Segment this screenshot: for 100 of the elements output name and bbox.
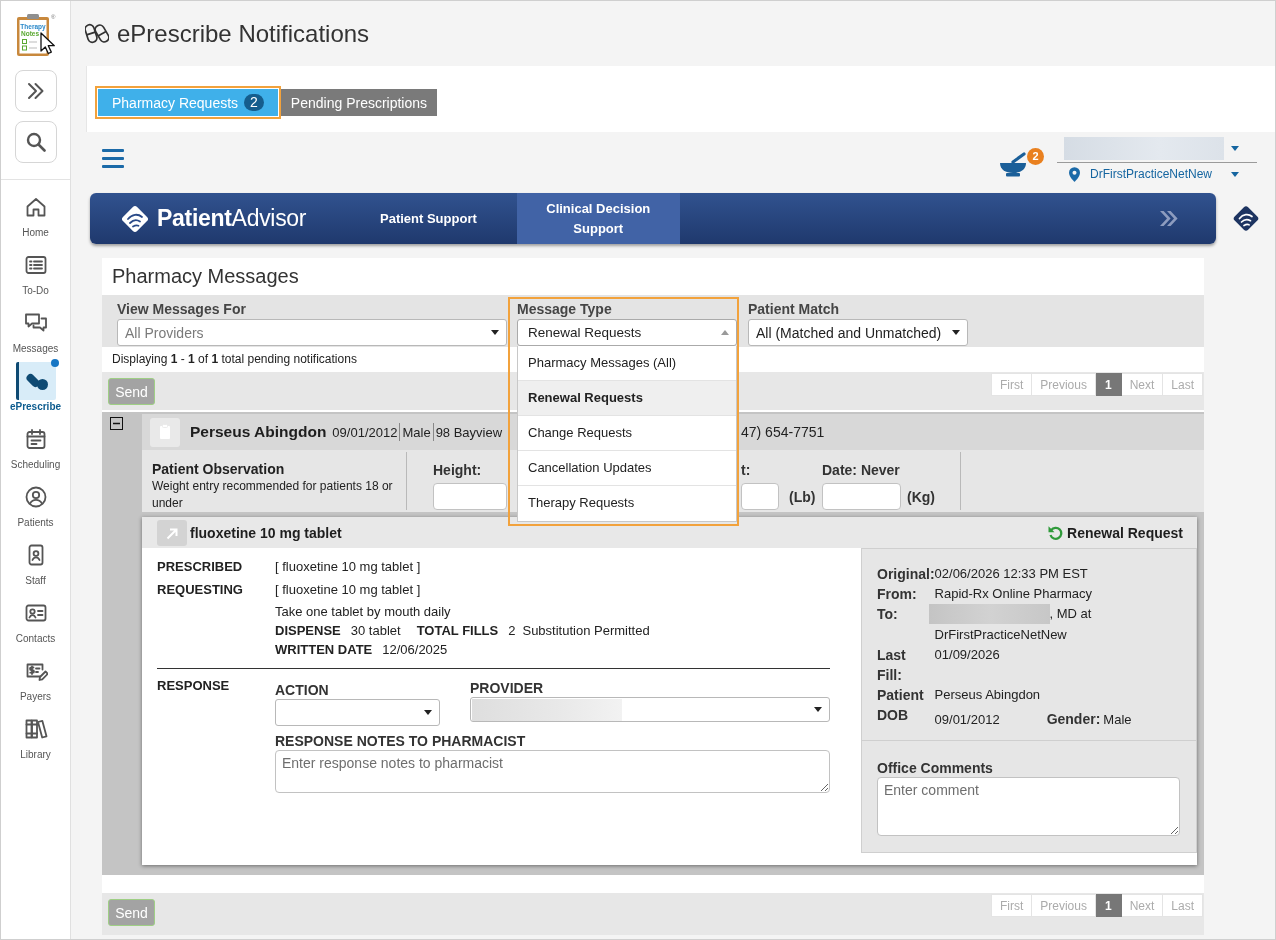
nav-link[interactable]: Clinical Decision Support [516, 193, 680, 244]
caret-icon [1231, 171, 1239, 177]
request-type: Renewal Request [1067, 524, 1183, 541]
search-button[interactable] [14, 121, 57, 163]
substitution-text: Substitution Permitted [522, 622, 650, 640]
field-label: ACTION [275, 681, 329, 699]
patient-address: 98 Bayview [435, 424, 503, 440]
nav-item[interactable]: Scheduling [4, 420, 67, 478]
nav-item[interactable]: Payers [4, 652, 67, 710]
nav-item[interactable]: To-Do [4, 246, 67, 304]
filter-label: Patient Match [748, 300, 839, 319]
tab[interactable]: Pharmacy Requests 2 [98, 89, 278, 116]
caret-icon [1231, 145, 1239, 151]
books-icon [23, 717, 48, 741]
medication-name: fluoxetine 10 mg tablet [190, 524, 342, 541]
field-value: 12/06/2025 [382, 641, 448, 659]
field-value: 02/06/2026 12:33 PM EST [934, 565, 1088, 581]
filter-dropdown[interactable]: Renewal Requests [517, 319, 737, 346]
dropdown-option[interactable]: Change Requests [518, 416, 736, 451]
clipboard-icon [150, 417, 180, 447]
caret-icon [424, 710, 432, 715]
field-value: 2 [508, 622, 516, 640]
page-button[interactable]: 1 [1095, 894, 1122, 917]
field-label: Patient [877, 686, 924, 705]
filter-dropdown[interactable]: All Providers [117, 319, 507, 346]
nav-item[interactable]: Library [4, 710, 67, 768]
field-value: 30 tablet [350, 622, 401, 640]
input-field[interactable] [741, 483, 779, 510]
person-circle-icon [23, 485, 48, 509]
field-label: From: [877, 585, 917, 604]
count-badge: 2 [1027, 148, 1044, 165]
nav-item[interactable]: Staff [4, 536, 67, 594]
dropdown-option[interactable]: Renewal Requests [518, 381, 736, 416]
user-select[interactable] [1057, 134, 1257, 163]
unit-label: (Lb) [789, 488, 816, 505]
notes-field[interactable]: Enter response notes to pharmacist [275, 750, 830, 793]
field-value: Male [1103, 711, 1132, 729]
filter-label: Message Type [517, 300, 612, 319]
renew-arrow-icon [1048, 525, 1064, 540]
collapse-icon[interactable] [110, 417, 123, 430]
page-title: ePrescribe Notifications [117, 18, 370, 49]
list-icon [23, 253, 48, 277]
field-label: DOB [877, 706, 909, 725]
patient-name: Perseus Abingdon [190, 423, 327, 441]
field-label: Height: [433, 461, 482, 480]
field-label: PROVIDER [470, 679, 544, 697]
tab[interactable]: Pending Prescriptions [280, 89, 438, 116]
field-label: Gender: [1046, 710, 1101, 729]
nav-item[interactable]: Patients [4, 478, 67, 536]
dropdown-option[interactable]: Therapy Requests [518, 486, 736, 521]
provider-dropdown[interactable] [470, 697, 830, 722]
patient-gender: Male [402, 424, 431, 440]
field-value: Rapid-Rx Online Pharmacy [934, 585, 1093, 603]
logo-text: PatientAdvisor [157, 205, 307, 232]
nav-item[interactable]: ePrescribe [4, 362, 67, 420]
field-label: REQUESTING [157, 581, 243, 599]
action-dropdown[interactable] [275, 699, 440, 726]
mortar-pestle-icon[interactable] [999, 152, 1029, 177]
search-icon [25, 132, 46, 152]
filter-label: View Messages For [117, 300, 246, 319]
double-chevron-icon [25, 81, 46, 101]
filter-dropdown[interactable]: All (Matched and Unmatched) [748, 319, 968, 346]
field-label: Office Comments [877, 759, 993, 777]
page-button[interactable]: 1 [1095, 373, 1122, 396]
field-label: Original: [877, 565, 935, 584]
patient-dob: 09/01/2012 [332, 424, 398, 440]
pills-icon [85, 23, 109, 44]
location-select[interactable]: DrFirstPracticeNetNew [1057, 163, 1257, 185]
comment-field[interactable]: Enter comment [877, 777, 1180, 836]
field-value: 09/01/2012 [934, 711, 1000, 729]
menu-icon[interactable] [102, 149, 124, 168]
field-label: Last Fill: [877, 646, 906, 685]
double-chevron-icon[interactable] [1160, 211, 1178, 226]
field-label: Date: Never [822, 461, 900, 480]
field-value: Perseus Abingdon [934, 686, 1041, 704]
field-value: [ fluoxetine 10 mg tablet ] [275, 581, 421, 599]
field-label: WRITTEN DATE [275, 641, 373, 659]
caret-icon [721, 330, 729, 335]
field-label: To: [877, 605, 898, 624]
nav-link[interactable]: Patient Support [360, 193, 497, 244]
expand-button[interactable] [14, 70, 57, 112]
field-value: [ fluoxetine 10 mg tablet ] [275, 558, 421, 576]
location-pin-icon [1069, 166, 1080, 182]
section-title: Patient Observation [152, 462, 285, 477]
caret-icon [952, 330, 960, 335]
caret-icon [814, 707, 822, 712]
field-label: DISPENSE [275, 622, 341, 640]
field-label: t: [741, 461, 751, 480]
nav-item[interactable]: Messages [4, 304, 67, 362]
field-value: , MD at [1049, 605, 1092, 623]
input-field[interactable] [433, 483, 507, 510]
field-label: TOTAL FILLS [416, 622, 499, 640]
hint-text: Weight entry recommended for patients 18 or under [152, 478, 394, 512]
dropdown-option[interactable]: Cancellation Updates [518, 451, 736, 486]
nav-item[interactable]: Contacts [4, 594, 67, 652]
count-badge: 2 [244, 94, 264, 111]
panel-title: Pharmacy Messages [112, 265, 299, 287]
input-field[interactable] [822, 483, 901, 510]
instructions-text: Take one tablet by mouth daily [275, 603, 451, 621]
nav-item[interactable]: Home [4, 188, 67, 246]
